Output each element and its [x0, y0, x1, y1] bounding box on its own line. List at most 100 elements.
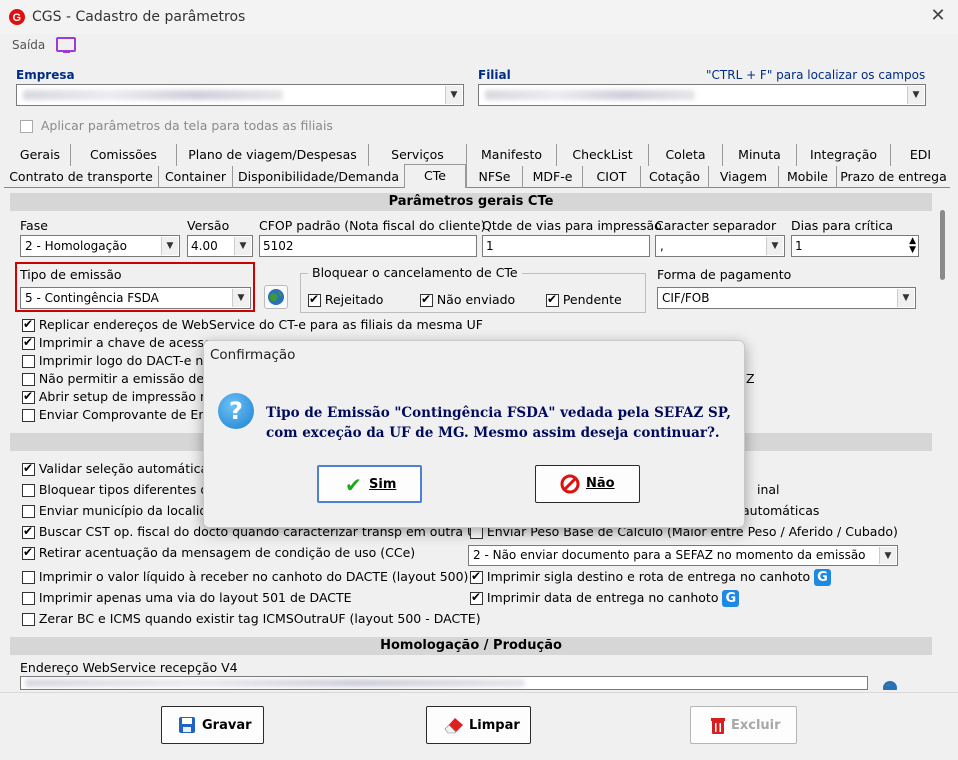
tab-comissoes[interactable]: Comissões [70, 144, 176, 166]
cfop-input[interactable]: 5102 [259, 235, 477, 257]
tab-row-2: Contrato de transporte Container Disponi… [4, 164, 950, 188]
check-setup-row[interactable]: Abrir setup de impressão no [22, 389, 216, 404]
check-liquido[interactable] [22, 571, 35, 584]
limpar-button[interactable]: Limpar [426, 706, 531, 744]
gravar-button[interactable]: Gravar [161, 706, 264, 744]
globe-button[interactable] [264, 285, 288, 309]
chevron-down-icon[interactable]: ▼ [766, 237, 783, 255]
vertical-scrollbar[interactable] [936, 190, 950, 680]
monitor-icon[interactable] [56, 37, 76, 53]
tab-servicos[interactable]: Serviços [368, 144, 466, 166]
dias-stepper[interactable]: 1 ▲ ▼ [791, 235, 919, 257]
tab-gerais[interactable]: Gerais [10, 144, 70, 166]
filial-select[interactable]: ▼ [478, 84, 926, 106]
tab-viagem[interactable]: Viagem [708, 166, 778, 188]
chevron-down-icon[interactable]: ▼ [879, 547, 896, 564]
tab-plano-viagem[interactable]: Plano de viagem/Despesas [176, 144, 368, 166]
apply-all-checkbox[interactable] [20, 120, 33, 133]
check-replicar-row[interactable]: Replicar endereços de WebService do CT-e… [22, 317, 483, 332]
check-zerar[interactable] [22, 613, 35, 626]
nao-enviado-row[interactable]: Não enviado [420, 292, 515, 307]
check-logo-row[interactable]: Imprimir logo do DACT-e na [22, 353, 211, 368]
check-data[interactable] [470, 590, 483, 605]
tab-disponibilidade[interactable]: Disponibilidade/Demanda [232, 166, 404, 188]
vias-input[interactable]: 1 [482, 235, 650, 257]
pendente-label: Pendente [562, 292, 622, 307]
check-municipio-row[interactable]: Enviar município da localida [22, 503, 215, 518]
apply-all-row[interactable]: Aplicar parâmetros da tela para todas as… [20, 118, 333, 133]
sim-button[interactable]: ✔ Sim [317, 465, 422, 503]
tipo-emissao-select[interactable]: 5 - Contingência FSDA ▼ [20, 287, 251, 309]
check-acentuacao[interactable] [22, 545, 35, 560]
check-acentuacao-row[interactable]: Retirar acentuação da mensagem de condiç… [22, 545, 415, 560]
check-cst[interactable] [22, 524, 35, 539]
nao-button[interactable]: Não [535, 465, 640, 503]
versao-select[interactable]: 4.00 ▼ [187, 235, 253, 257]
fase-select[interactable]: 2 - Homologação ▼ [20, 235, 180, 257]
check-nao-permitir-row[interactable]: Não permitir a emissão de C [22, 371, 217, 386]
tab-mdfe[interactable]: MDF-e [522, 166, 582, 188]
nao-enviado-checkbox[interactable] [420, 292, 433, 307]
check-replicar[interactable] [22, 317, 35, 332]
empresa-select[interactable]: ▼ [16, 84, 464, 106]
check-validar[interactable] [22, 461, 35, 476]
chevron-down-icon[interactable]: ▼ [234, 237, 251, 255]
check-setup[interactable] [22, 389, 35, 404]
globe-icon[interactable] [882, 678, 898, 695]
chevron-down-icon[interactable]: ▼ [897, 289, 914, 307]
check-comprovante-row[interactable]: Enviar Comprovante de Ent [22, 407, 211, 422]
help-g-icon[interactable]: G [722, 590, 740, 607]
check-sigla[interactable] [470, 569, 483, 584]
chevron-down-icon[interactable]: ▼ [907, 86, 924, 104]
check-bloquear-tipos-row[interactable]: Bloquear tipos diferentes de [22, 482, 216, 497]
check-logo[interactable] [22, 355, 35, 368]
check-uma-via[interactable] [22, 592, 35, 605]
check-nao-permitir[interactable] [22, 373, 35, 386]
tab-container[interactable]: Container [158, 166, 232, 188]
check-municipio[interactable] [22, 505, 35, 518]
nao-label: Não [586, 476, 615, 491]
tab-edi[interactable]: EDI [890, 144, 950, 166]
nao-enviado-label: Não enviado [436, 292, 516, 307]
forma-pagamento-select[interactable]: CIF/FOB ▼ [657, 287, 916, 309]
check-bloquear-tipos[interactable] [22, 484, 35, 497]
check-chave[interactable] [22, 335, 35, 350]
check-sigla-row[interactable]: Imprimir sigla destino e rota de entrega… [470, 569, 831, 586]
pendente-checkbox[interactable] [546, 292, 559, 307]
chevron-down-icon[interactable]: ▼ [232, 289, 249, 307]
check-zerar-row[interactable]: Zerar BC e ICMS quando existir tag ICMSO… [22, 611, 481, 626]
tab-minuta[interactable]: Minuta [722, 144, 796, 166]
rejeitado-checkbox[interactable] [308, 292, 321, 307]
check-liquido-row[interactable]: Imprimir o valor líquido à receber no ca… [22, 569, 468, 584]
tab-checklist[interactable]: CheckList [556, 144, 648, 166]
menu-saida[interactable]: Saída [12, 38, 45, 52]
close-icon[interactable]: ✕ [928, 6, 948, 26]
pendente-row[interactable]: Pendente [546, 292, 622, 307]
tab-integracao[interactable]: Integração [796, 144, 890, 166]
rejeitado-row[interactable]: Rejeitado [308, 292, 383, 307]
check-comprovante[interactable] [22, 409, 35, 422]
check-validar-row[interactable]: Validar seleção automática [22, 461, 208, 476]
check-uma-via-row[interactable]: Imprimir apenas uma via do layout 501 de… [22, 590, 352, 605]
excluir-button[interactable]: Excluir [690, 706, 797, 744]
tab-nfse[interactable]: NFSe [466, 166, 522, 188]
chevron-down-icon[interactable]: ▼ [161, 237, 178, 255]
scrollbar-thumb[interactable] [940, 210, 945, 280]
stepper-arrows-icon[interactable]: ▲ ▼ [909, 237, 916, 255]
tab-cte[interactable]: CTe [404, 164, 466, 188]
check-data-row[interactable]: Imprimir data de entrega no canhoto G [470, 590, 740, 607]
separador-label: Caracter separador [655, 218, 777, 233]
check-chave-row[interactable]: Imprimir a chave de acesso [22, 335, 212, 350]
tab-manifesto[interactable]: Manifesto [466, 144, 556, 166]
tab-cotacao[interactable]: Cotação [640, 166, 708, 188]
separador-select[interactable]: , ▼ [655, 235, 785, 257]
tab-coleta[interactable]: Coleta [648, 144, 722, 166]
endereco-input[interactable] [20, 676, 868, 690]
envio-sefaz-select[interactable]: 2 - Não enviar documento para a SEFAZ no… [468, 545, 898, 566]
help-g-icon[interactable]: G [813, 569, 831, 586]
chevron-down-icon[interactable]: ▼ [445, 86, 462, 104]
tab-mobile[interactable]: Mobile [778, 166, 836, 188]
tab-ciot[interactable]: CIOT [582, 166, 640, 188]
tab-prazo-entrega[interactable]: Prazo de entrega [836, 166, 950, 188]
tab-contrato-transporte[interactable]: Contrato de transporte [4, 166, 158, 188]
